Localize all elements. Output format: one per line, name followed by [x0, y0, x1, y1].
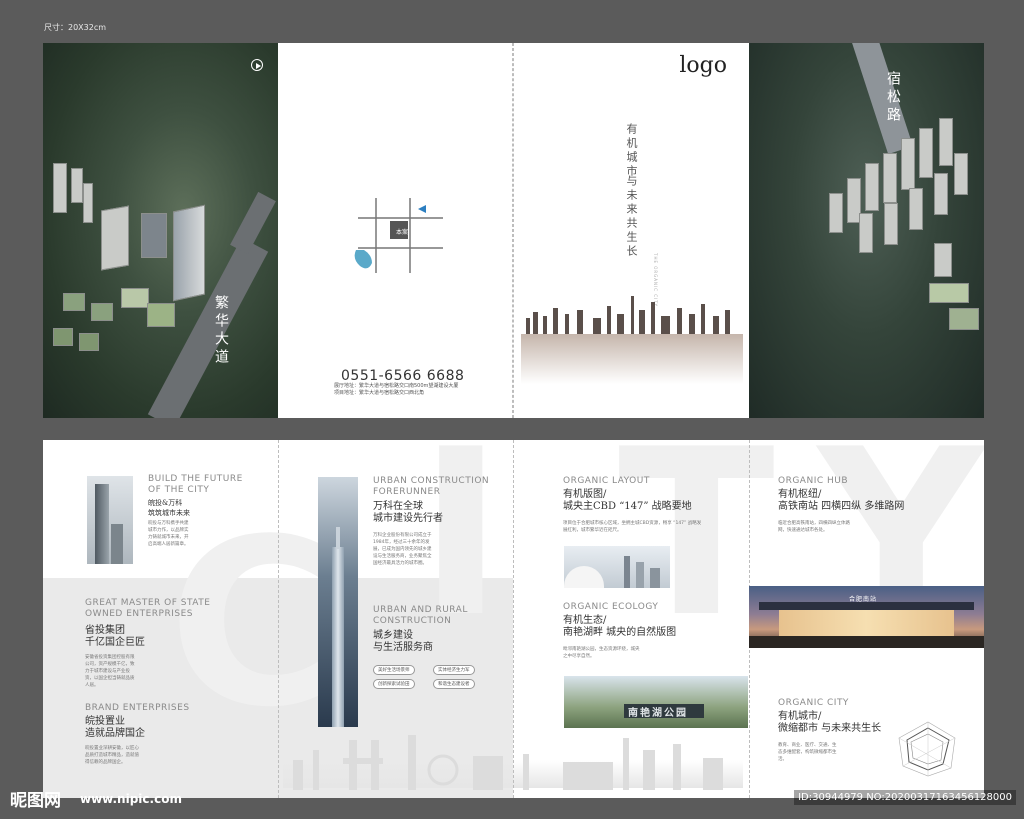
col2-s1-cn-2: 城市建设先行者 [373, 513, 443, 524]
col3-s2-body: 毗邻南艳湖公园，生态资源环绕，城央之中尽享自然。 [563, 647, 640, 659]
col2-s2-en: URBAN AND RURAL CONSTRUCTION [373, 605, 468, 626]
pill-3: 创新探索试验田 [373, 679, 415, 689]
col1-s3-body: 皖投置业深耕安徽，以匠心品质打造城市精品，造就值得信赖的品牌国企。 [85, 746, 139, 765]
col1-s2-cn-2: 千亿国企巨匠 [85, 637, 145, 648]
slogan-line-2: 与未来共生长 [625, 175, 638, 259]
col3-s1-en: ORGANIC LAYOUT [563, 476, 650, 486]
col4-s2-body: 教育、商业、医疗、交通、生态多维配套，构筑微缩都市生活。 [778, 743, 837, 762]
bottom-spread: C I T Y BUILD THE FUTURE OF THE CITY 皖投&… [43, 440, 984, 798]
col4-s1-body: 临近合肥高铁南站，四横四纵立体路网，快速通达城市各处。 [778, 521, 850, 533]
col1-s1-body: 皖投与万科携手共建城市力作，以品牌实力铸就城市未来，开启高端人居新篇章。 [148, 521, 189, 547]
col1-s3-en: BRAND ENTERPRISES [85, 703, 190, 713]
col1-s1-cn-1: 皖投&万科 [148, 499, 183, 507]
col4-s1-en: ORGANIC HUB [778, 476, 849, 486]
park-sign: 南艳湖公园 [628, 708, 688, 719]
col2-s2-cn-2: 与生活服务商 [373, 642, 433, 653]
logo: logo [679, 53, 727, 78]
col2-s1-body: 万科企业股份有限公司成立于1984年，经过三十余年的发展，已成为国内领先的城乡建… [373, 533, 432, 566]
station-sign: 合肥南站 [849, 596, 878, 603]
tower-photo [87, 476, 133, 564]
col3-s1-cn-2: 城央主CBD “147” 战略要地 [563, 501, 692, 512]
road-label-susong: 宿松路 [885, 71, 901, 125]
watermark-url: www.nipic.com [80, 792, 182, 806]
aerial-photo-left: 繁华大道 [43, 43, 278, 418]
pill-2: 实体经济生力军 [433, 665, 475, 675]
col3-s1-body: 项目位于合肥城市核心区域，坐拥主城CBD资源，畅享 “147” 战略发展红利，城… [563, 521, 702, 533]
aerial-photo-right: 宿松路 [749, 43, 984, 418]
col2-s1-en: URBAN CONSTRUCTION FORERUNNER [373, 476, 490, 497]
col1-s1-cn-2: 筑筑城市未来 [148, 509, 190, 517]
slogan-line-1: 有机城市 [625, 123, 638, 179]
col4-s2-en: ORGANIC CITY [778, 698, 849, 708]
project-address: 项目地址：繁华大道与宿松路交口西北角 [334, 390, 425, 396]
watermark-brand: 昵图网 [10, 791, 61, 811]
radar-diagram [898, 721, 956, 777]
pill-1: 美好生活场景师 [373, 665, 415, 675]
col3-s2-en: ORGANIC ECOLOGY [563, 602, 659, 612]
contact-panel: 本案 0551-6566 6688 展厅地址：繁华大道与宿松路交口南500m望湖… [278, 43, 513, 418]
play-icon[interactable] [251, 59, 263, 71]
road-label-fanhua: 繁华大道 [213, 295, 229, 367]
col4-s1-cn-2: 高铁南站 四横四纵 多维路网 [778, 501, 905, 512]
size-label: 尺寸：20X32cm [44, 23, 107, 32]
pill-4: 和谐生态建设者 [433, 679, 475, 689]
col1-s2-en: GREAT MASTER OF STATE OWNED ENTERPRISES [85, 598, 211, 619]
showroom-address: 展厅地址：繁华大道与宿松路交口南500m望湖建设大厦 [334, 383, 459, 389]
map-site-label: 本案 [396, 229, 409, 236]
col1-s1-en: BUILD THE FUTURE OF THE CITY [148, 474, 243, 495]
col3-s2-cn-2: 南艳湖畔 城央的自然版图 [563, 627, 677, 638]
watermark-id: ID:30944979 NO:20200317163456128000 [794, 790, 1016, 805]
cbd-photo [564, 546, 670, 588]
park-photo: 南艳湖公园 [564, 676, 748, 728]
cover-panel: logo 有机城市 与未来共生长 THE ORGANIC CITY [513, 43, 749, 418]
skyline-illustration [521, 296, 743, 384]
skyscraper-photo [318, 477, 358, 727]
col4-s2-cn-2: 微缩都市 与未来共生长 [778, 723, 882, 734]
station-photo: 合肥南站 [749, 586, 984, 648]
col1-s2-body: 安徽省投资集团控股有限公司，资产规模千亿，致力于城市建设与产业投资，以国企担当铸… [85, 655, 135, 688]
col1-s3-cn-2: 造就品牌国企 [85, 728, 145, 739]
